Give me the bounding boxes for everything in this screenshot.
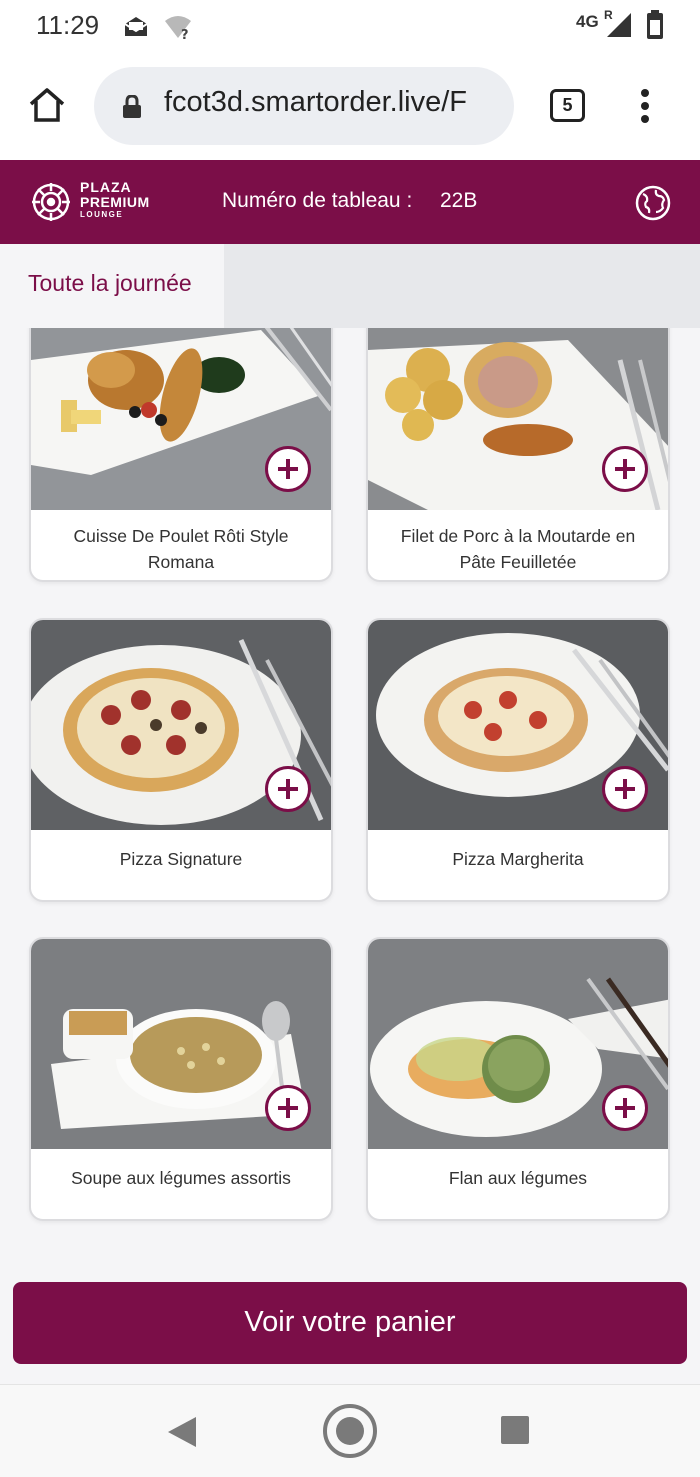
dish-title-line: Pâte Feuilletée xyxy=(459,552,577,572)
network-label: 4G xyxy=(576,12,599,31)
system-nav-bar xyxy=(0,1384,700,1477)
browser-toolbar: fcot3d.smartorder.live/F 5 xyxy=(0,52,700,160)
menu-item-card[interactable]: Flan aux légumes xyxy=(366,937,670,1221)
dish-title: Flan aux légumes xyxy=(448,1168,588,1188)
menu-item-card[interactable]: Cuisse De Poulet Rôti Style Romana xyxy=(29,328,333,582)
dish-title-line: Romana xyxy=(147,552,215,572)
back-icon[interactable] xyxy=(166,1415,198,1453)
dish-title: Soupe aux légumes assortis xyxy=(71,1168,291,1188)
menu-dots-icon[interactable] xyxy=(640,88,650,128)
menu-item-card[interactable]: Filet de Porc à la Moutarde en Pâte Feui… xyxy=(366,328,670,582)
logo-wordmark: PLAZA PREMIUM LOUNGE xyxy=(80,180,150,219)
tab-switcher-button[interactable]: 5 xyxy=(550,89,585,122)
battery-icon xyxy=(646,10,664,44)
globe-icon[interactable] xyxy=(634,184,672,226)
add-to-cart-button[interactable] xyxy=(265,766,311,812)
tab-toute-la-journee[interactable]: Toute la journée xyxy=(0,244,224,328)
status-bar: 11:29 ? 4G R xyxy=(0,0,700,52)
recents-icon[interactable] xyxy=(500,1415,530,1449)
lock-icon xyxy=(122,94,142,123)
add-to-cart-button[interactable] xyxy=(602,446,648,492)
category-tab-label[interactable]: Toute la journée xyxy=(28,270,192,297)
dish-title-line: Filet de Porc à la Moutarde en xyxy=(400,526,636,546)
url-text[interactable]: fcot3d.smartorder.live/F xyxy=(164,86,467,119)
add-to-cart-button[interactable] xyxy=(265,1085,311,1131)
table-number-value: 22B xyxy=(440,189,478,212)
view-cart-button[interactable]: Voir votre panier xyxy=(13,1282,687,1364)
dish-title: Pizza Signature xyxy=(119,849,243,869)
category-tabs: Toute la journée xyxy=(0,244,700,328)
menu-item-card[interactable]: Soupe aux légumes assortis xyxy=(29,937,333,1221)
dish-title: Filet de Porc à la Moutarde en Pâte Feui… xyxy=(378,523,658,575)
wifi-question-icon: ? xyxy=(164,14,194,44)
menu-item-card[interactable]: Pizza Margherita xyxy=(366,618,670,902)
logo-line-premium: PREMIUM xyxy=(80,194,150,210)
table-number-label: Numéro de tableau : xyxy=(222,189,413,212)
status-time: 11:29 xyxy=(36,10,100,40)
dish-title: Cuisse De Poulet Rôti Style Romana xyxy=(41,523,321,575)
address-bar[interactable]: fcot3d.smartorder.live/F xyxy=(94,67,514,145)
add-to-cart-button[interactable] xyxy=(265,446,311,492)
dish-title: Pizza Margherita xyxy=(452,849,584,869)
signal-icon xyxy=(606,12,632,42)
menu-item-card[interactable]: Pizza Signature xyxy=(29,618,333,902)
svg-text:?: ? xyxy=(181,28,189,40)
add-to-cart-button[interactable] xyxy=(602,1085,648,1131)
plaza-logo-icon[interactable] xyxy=(30,181,72,227)
home-circle-icon[interactable] xyxy=(322,1403,378,1463)
logo-line-plaza: PLAZA xyxy=(80,179,132,195)
add-to-cart-button[interactable] xyxy=(602,766,648,812)
home-icon[interactable] xyxy=(28,86,66,128)
dish-title-line: Cuisse De Poulet Rôti Style xyxy=(73,526,289,546)
menu-grid[interactable]: Cuisse De Poulet Rôti Style Romana Filet xyxy=(0,328,700,1263)
logo-line-lounge: LOUNGE xyxy=(80,210,124,219)
mail-icon xyxy=(122,14,150,42)
app-header: PLAZA PREMIUM LOUNGE Numéro de tableau :… xyxy=(0,160,700,244)
